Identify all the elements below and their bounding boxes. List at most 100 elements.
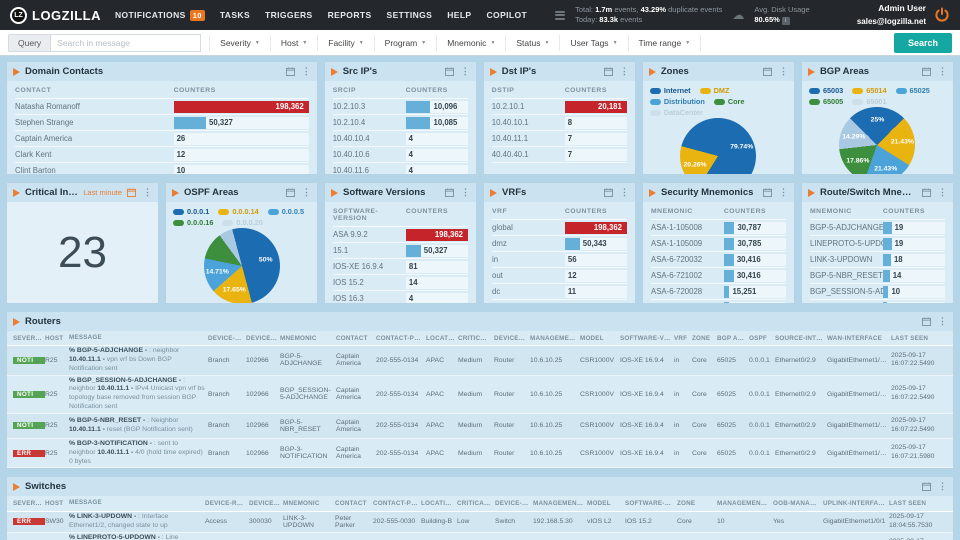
calendar-icon[interactable] [444,67,454,76]
counter-row[interactable]: ASA-6-721002 30,416 [651,268,786,284]
filter-dropdown[interactable]: Host ▼ [271,34,319,51]
counter-row[interactable]: BGP-3-NOTIFICATION 8 [810,300,945,303]
counter-row[interactable]: 10.2.10.3 10,096 [332,99,468,115]
top-nav-item[interactable]: TRIGGERS [265,10,313,20]
kebab-menu-icon[interactable]: ⋮ [461,188,470,197]
host-cell[interactable]: R25 [45,450,69,457]
counter-row[interactable]: dmz 50,343 [492,236,627,252]
kebab-menu-icon[interactable]: ⋮ [938,67,947,76]
counter-row[interactable]: IOS 16.3 4 [333,291,468,303]
zones-pie-chart[interactable]: 79.74% 20.26% [680,118,757,174]
legend-item[interactable]: DMZ [699,86,729,95]
filter-dropdown[interactable]: User Tags ▼ [560,34,629,51]
filter-dropdown[interactable]: Mnemonic ▼ [437,34,507,51]
calendar-icon[interactable] [922,188,931,197]
bgp-areas-pie-chart[interactable]: 25% 21.43% 21.43% 17.86% 14.29% [839,107,916,174]
counter-row[interactable]: 10.2.10.4 10,085 [332,115,468,131]
kebab-menu-icon[interactable]: ⋮ [620,67,629,76]
counter-row[interactable]: Natasha Romanoff 198,362 [15,99,309,115]
kebab-menu-icon[interactable]: ⋮ [938,317,947,326]
calendar-icon[interactable] [127,188,136,197]
counter-row[interactable]: ASA 9.9.2 198,362 [333,227,468,243]
counter-row[interactable]: BGP-5-NBR_RESET 14 [810,268,945,284]
calendar-icon[interactable] [286,188,295,197]
logzilla-logo[interactable]: LZ LOGZILLA [10,6,101,24]
panel-time-window[interactable]: Last minute [83,188,122,197]
router-event-row[interactable]: NOTICE R25 % BGP-5-ADJCHANGE - : neighbo… [7,346,953,376]
counter-row[interactable]: Clark Kent 12 [15,147,309,163]
top-nav-item[interactable]: HELP [447,10,471,20]
legend-item[interactable]: DataCenter [649,108,703,117]
kebab-menu-icon[interactable]: ⋮ [620,188,629,197]
kebab-menu-icon[interactable]: ⋮ [938,482,947,491]
counter-row[interactable]: BGP_SESSION-5-ADJCHANGE 10 [810,284,945,300]
calendar-icon[interactable] [922,482,931,492]
legend-item[interactable]: 0.0.0.16 [173,218,213,227]
legend-item[interactable]: Core [713,97,744,106]
switch-event-row[interactable]: NOTICE SW30 % LINEPROTO-5-UPDOWN - : Lin… [7,533,953,540]
calendar-icon[interactable] [763,188,772,197]
calendar-icon[interactable] [922,317,931,326]
counter-row[interactable]: 10.2.10.1 20,181 [491,99,627,115]
legend-item[interactable]: 65014 [852,86,887,95]
logout-power-icon[interactable] [934,7,950,23]
counter-row[interactable]: 10.40.11.6 4 [333,163,468,174]
counter-row[interactable]: 10.40.11.1 7 [491,131,627,147]
counter-row[interactable]: global 198,362 [492,220,627,236]
counter-row[interactable]: ASA-1-105008 30,787 [651,220,786,236]
kebab-menu-icon[interactable]: ⋮ [302,67,311,76]
legend-item[interactable]: Distribution [649,97,705,106]
top-nav-item[interactable]: TASKS [220,10,250,20]
filter-dropdown[interactable]: Program ▼ [375,34,438,51]
counter-row[interactable]: LINK-3-UPDOWN 18 [810,252,945,268]
legend-item[interactable]: 0.0.0.20 [222,218,263,227]
counter-row[interactable]: IOS 15.2 14 [333,275,468,291]
kebab-menu-icon[interactable]: ⋮ [302,188,311,197]
filter-dropdown[interactable]: Status ▼ [506,34,561,51]
ospf-areas-pie-chart[interactable]: 50% 17.65% 14.71% [203,228,280,303]
legend-item[interactable]: 65005 [808,97,843,106]
counter-row[interactable]: ASA-1-105009 30,785 [651,236,786,252]
counter-row[interactable]: ASA-6-720027 15,165 [651,300,786,303]
kebab-menu-icon[interactable]: ⋮ [779,188,788,197]
counter-row[interactable]: dc 11 [492,284,627,300]
kebab-menu-icon[interactable]: ⋮ [461,67,470,76]
counter-row[interactable]: 15.1 50,327 [333,243,468,259]
legend-item[interactable]: 0.0.0.14 [218,207,259,216]
legend-item[interactable]: 65025 [895,86,930,95]
counter-row[interactable]: 10.40.10.4 4 [332,131,468,147]
counter-row[interactable]: 10.40.10.6 4 [332,147,468,163]
counter-row[interactable]: out 12 [492,268,627,284]
host-cell[interactable]: R25 [45,391,69,398]
router-event-row[interactable]: ERROR R25 % BGP-3-NOTIFICATION - : sent … [7,439,953,469]
top-nav-item[interactable]: COPILOT [487,10,528,20]
counter-row[interactable]: BGP-5-ADJCHANGE 19 [810,220,945,236]
counter-row[interactable]: ASA-6-720032 30,416 [651,252,786,268]
kebab-menu-icon[interactable]: ⋮ [779,67,788,76]
filter-dropdown[interactable]: Facility ▼ [318,34,375,51]
counter-row[interactable]: in 56 [492,252,627,268]
router-event-row[interactable]: NOTICE R25 % BGP_SESSION-5-ADJCHANGE - :… [7,376,953,414]
kebab-menu-icon[interactable]: ⋮ [938,188,947,197]
counter-row[interactable]: Stephen Strange 50,327 [15,115,309,131]
top-nav-item[interactable]: SETTINGS [387,10,433,20]
host-cell[interactable]: R25 [45,422,69,429]
info-icon[interactable]: i [781,17,790,25]
calendar-icon[interactable] [603,67,613,76]
router-event-row[interactable]: NOTICE R25 % BGP-5-NBR_RESET - : Neighbo… [7,413,953,439]
filter-dropdown[interactable]: Time range ▼ [629,34,702,51]
host-cell[interactable]: R25 [45,357,69,364]
calendar-icon[interactable] [922,67,932,76]
calendar-icon[interactable] [604,188,613,197]
search-input[interactable] [51,33,202,52]
legend-item[interactable]: Internet [649,86,691,95]
counter-row[interactable]: LINEPROTO-5-UPDOWN 19 [810,236,945,252]
host-cell[interactable]: SW30 [45,518,69,525]
top-nav-item[interactable]: NOTIFICATIONS 10 [115,9,205,21]
counter-row[interactable]: ASA-6-720028 15,251 [651,284,786,300]
calendar-icon[interactable] [445,188,454,197]
legend-item[interactable]: 0.0.0.5 [267,207,304,216]
switch-event-row[interactable]: ERROR SW30 % LINK-3-UPDOWN - : Interface… [7,511,953,533]
search-button[interactable]: Search [893,32,952,53]
counter-row[interactable]: Clint Barton 10 [15,163,309,174]
